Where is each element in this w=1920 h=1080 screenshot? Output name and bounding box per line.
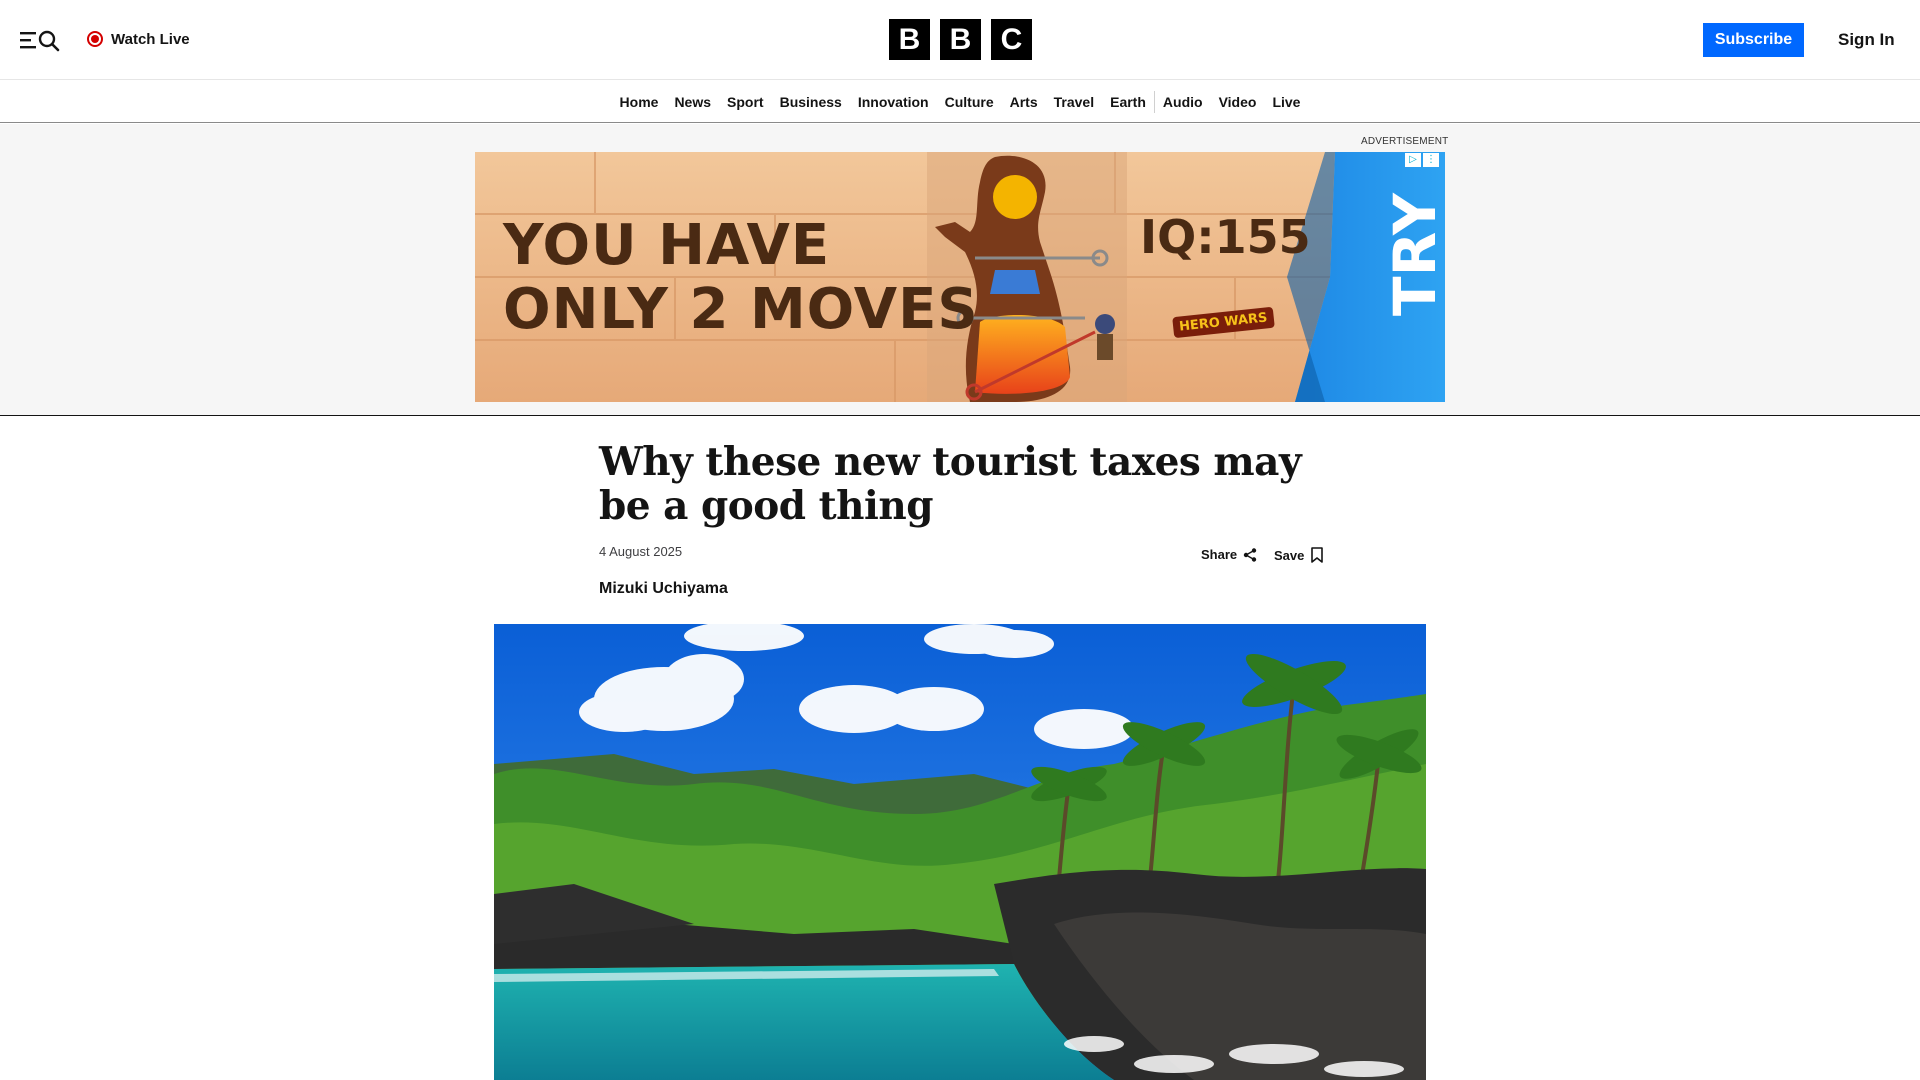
menu-search-icon (20, 30, 60, 52)
ad-headline-line1: YOU HAVE (503, 213, 831, 278)
nav-item-news[interactable]: News (666, 94, 719, 110)
nav-item-arts[interactable]: Arts (1002, 94, 1046, 110)
nav-item-culture[interactable]: Culture (937, 94, 1002, 110)
advertisement-area: ADVERTISEMENT YOU HAVE ONLY 2 MOVES IQ:1… (0, 124, 1920, 416)
ad-iq-text: IQ:155 (1140, 210, 1311, 264)
share-button[interactable]: Share (1201, 547, 1257, 562)
hero-image (494, 624, 1426, 1080)
nav-item-earth[interactable]: Earth (1102, 94, 1154, 110)
ad-close-icon[interactable]: ⋮ (1423, 153, 1439, 167)
nav-item-video[interactable]: Video (1211, 94, 1265, 110)
save-button[interactable]: Save (1274, 547, 1324, 563)
nav-item-home[interactable]: Home (612, 94, 667, 110)
share-icon (1243, 547, 1257, 562)
ad-headline-line2: ONLY 2 MOVES (503, 277, 979, 342)
logo-letter: C (991, 19, 1032, 60)
hero-beach-photo (494, 624, 1426, 1080)
nav-item-audio[interactable]: Audio (1155, 94, 1211, 110)
bbc-logo[interactable]: B B C (889, 19, 1032, 60)
nav-item-live[interactable]: Live (1264, 94, 1308, 110)
watch-live-label: Watch Live (111, 30, 190, 48)
sign-in-link[interactable]: Sign In (1838, 30, 1895, 50)
article-byline: Mizuki Uchiyama (599, 580, 728, 597)
nav-item-travel[interactable]: Travel (1046, 94, 1102, 110)
ad-banner[interactable]: YOU HAVE ONLY 2 MOVES IQ:155 HERO WARS T… (475, 152, 1445, 402)
ad-choices[interactable]: ▷ ⋮ (1405, 153, 1439, 167)
watch-live-link[interactable]: Watch Live (87, 28, 190, 50)
ad-cta: TRY (1381, 192, 1445, 316)
ad-headline: YOU HAVE ONLY 2 MOVES (503, 214, 979, 342)
menu-search-button[interactable] (20, 28, 62, 52)
advertisement-label: ADVERTISEMENT (1361, 136, 1449, 147)
top-header: Watch Live B B C Subscribe Sign In (0, 0, 1920, 80)
article-headline: Why these new tourist taxes may be a goo… (599, 439, 1302, 529)
adchoices-icon[interactable]: ▷ (1405, 153, 1421, 167)
article-date: 4 August 2025 (599, 544, 683, 559)
live-indicator-icon (87, 31, 103, 47)
main-nav: Home News Sport Business Innovation Cult… (0, 81, 1920, 123)
subscribe-button[interactable]: Subscribe (1703, 23, 1804, 57)
logo-letter: B (940, 19, 981, 60)
logo-letter: B (889, 19, 930, 60)
nav-item-sport[interactable]: Sport (719, 94, 772, 110)
save-label: Save (1274, 547, 1305, 563)
nav-list: Home News Sport Business Innovation Cult… (612, 90, 1309, 113)
nav-item-innovation[interactable]: Innovation (850, 94, 937, 110)
nav-item-business[interactable]: Business (772, 94, 850, 110)
bookmark-icon (1311, 547, 1324, 563)
share-label: Share (1201, 547, 1238, 562)
